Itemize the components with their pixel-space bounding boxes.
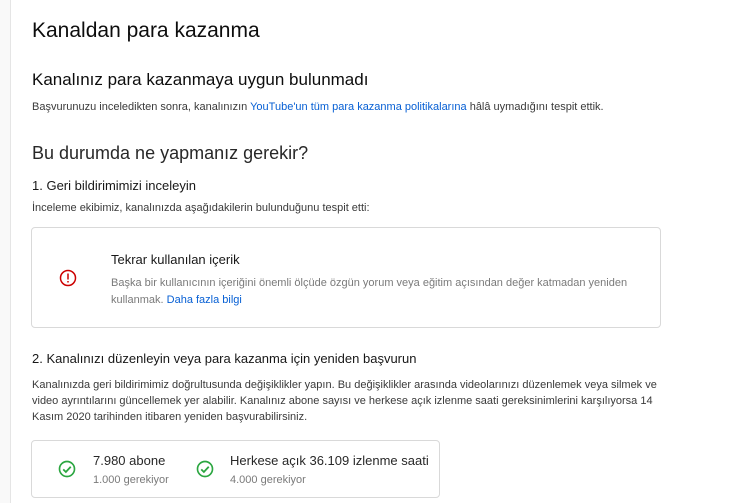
issue-card: Tekrar kullanılan içerik Başka bir kulla… — [31, 227, 661, 328]
watch-hours: Herkese açık 36.109 izlenme saati — [230, 453, 429, 468]
step2-title: 2. Kanalınızı düzenleyin veya para kazan… — [32, 351, 417, 366]
page-title: Kanaldan para kazanma — [32, 19, 260, 42]
watch-hours-requirement: 4.000 gerekiyor — [230, 474, 306, 486]
status-text-after: hâlâ uymadığını tespit ettik. — [466, 101, 604, 113]
step2-description: Kanalınızda geri bildirimimiz doğrultusu… — [32, 379, 657, 423]
status-heading: Kanalınız para kazanmaya uygun bulunmadı — [32, 70, 369, 89]
step1-title: 1. Geri bildirimimizi inceleyin — [32, 178, 196, 193]
step1-description: İnceleme ekibimiz, kanalınızda aşağıdaki… — [32, 202, 370, 214]
monetization-panel: Kanaldan para kazanma Kanalınız para kaz… — [10, 0, 743, 503]
error-icon — [59, 269, 77, 287]
check-circle-icon — [58, 460, 76, 478]
status-text: Başvurunuzu inceledikten sonra, kanalını… — [32, 101, 604, 113]
requirements-card: 7.980 abone 1.000 gerekiyor Herkese açık… — [31, 440, 440, 498]
learn-more-link[interactable]: Daha fazla bilgi — [167, 294, 242, 306]
subscriber-count: 7.980 abone — [93, 453, 166, 468]
next-steps-heading: Bu durumda ne yapmanız gerekir? — [32, 143, 309, 163]
subscriber-requirement: 1.000 gerekiyor — [93, 474, 169, 486]
issue-title: Tekrar kullanılan içerik — [111, 252, 240, 267]
issue-description: Başka bir kullanıcının içeriğini önemli … — [111, 275, 651, 309]
status-text-before: Başvurunuzu inceledikten sonra, kanalını… — [32, 101, 251, 113]
policy-link[interactable]: YouTube'un tüm para kazanma politikaları… — [250, 101, 467, 113]
check-circle-icon — [196, 460, 214, 478]
